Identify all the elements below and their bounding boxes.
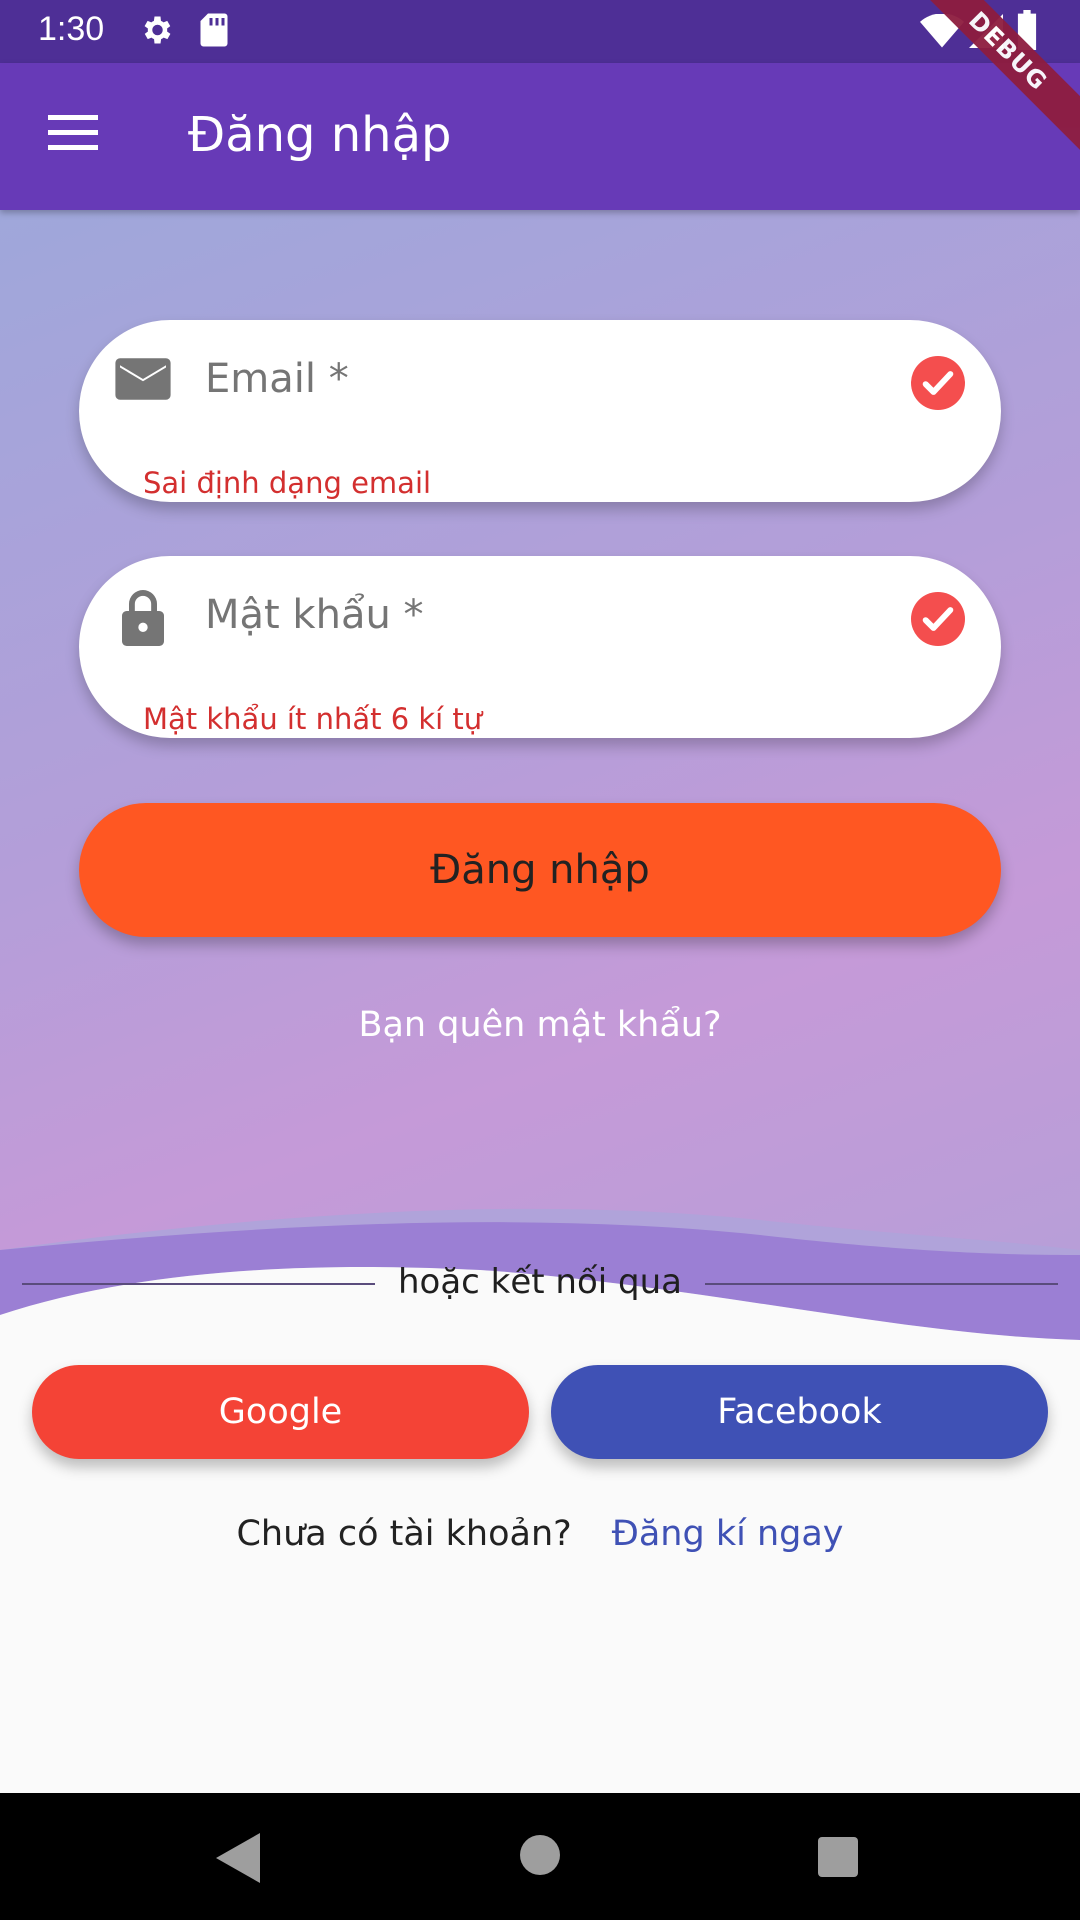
- status-time: 1:30: [38, 10, 105, 48]
- recents-icon[interactable]: [818, 1837, 858, 1881]
- mail-icon: [115, 356, 171, 406]
- social-divider: hoặc kết nối qua: [0, 1262, 1080, 1302]
- password-error: Mật khẩu ít nhất 6 kí tự: [143, 702, 483, 736]
- email-error: Sai định dạng email: [143, 466, 432, 500]
- forgot-password-link[interactable]: Bạn quên mật khẩu?: [0, 1005, 1080, 1045]
- forgot-password-label[interactable]: Bạn quên mật khẩu?: [358, 1005, 721, 1045]
- page-title: Đăng nhập: [188, 107, 452, 163]
- email-field[interactable]: Email * Sai định dạng email: [79, 320, 1001, 502]
- divider-label: hoặc kết nối qua: [397, 1262, 682, 1302]
- home-icon[interactable]: [520, 1835, 560, 1879]
- app-bar: Đăng nhập: [0, 63, 1080, 210]
- divider-right: [705, 1283, 1058, 1285]
- login-button[interactable]: Đăng nhập: [79, 803, 1001, 937]
- check-circle-icon: [911, 356, 965, 414]
- status-bar: 1:30: [0, 0, 1080, 63]
- back-icon[interactable]: [216, 1833, 260, 1887]
- navigation-bar: [0, 1793, 1080, 1920]
- signup-question: Chưa có tài khoản?: [236, 1514, 572, 1554]
- sd-card-icon: [198, 12, 230, 52]
- password-label: Mật khẩu *: [205, 592, 424, 638]
- facebook-button[interactable]: Facebook: [551, 1365, 1048, 1459]
- google-button[interactable]: Google: [32, 1365, 529, 1459]
- lock-icon: [119, 590, 167, 650]
- signup-link[interactable]: Đăng kí ngay: [612, 1514, 844, 1554]
- password-field[interactable]: Mật khẩu * Mật khẩu ít nhất 6 kí tự: [79, 556, 1001, 738]
- email-label: Email *: [205, 356, 349, 402]
- menu-icon[interactable]: [48, 113, 100, 157]
- check-circle-icon: [911, 592, 965, 650]
- gear-icon: [138, 12, 174, 52]
- signup-row: Chưa có tài khoản? Đăng kí ngay: [0, 1514, 1080, 1554]
